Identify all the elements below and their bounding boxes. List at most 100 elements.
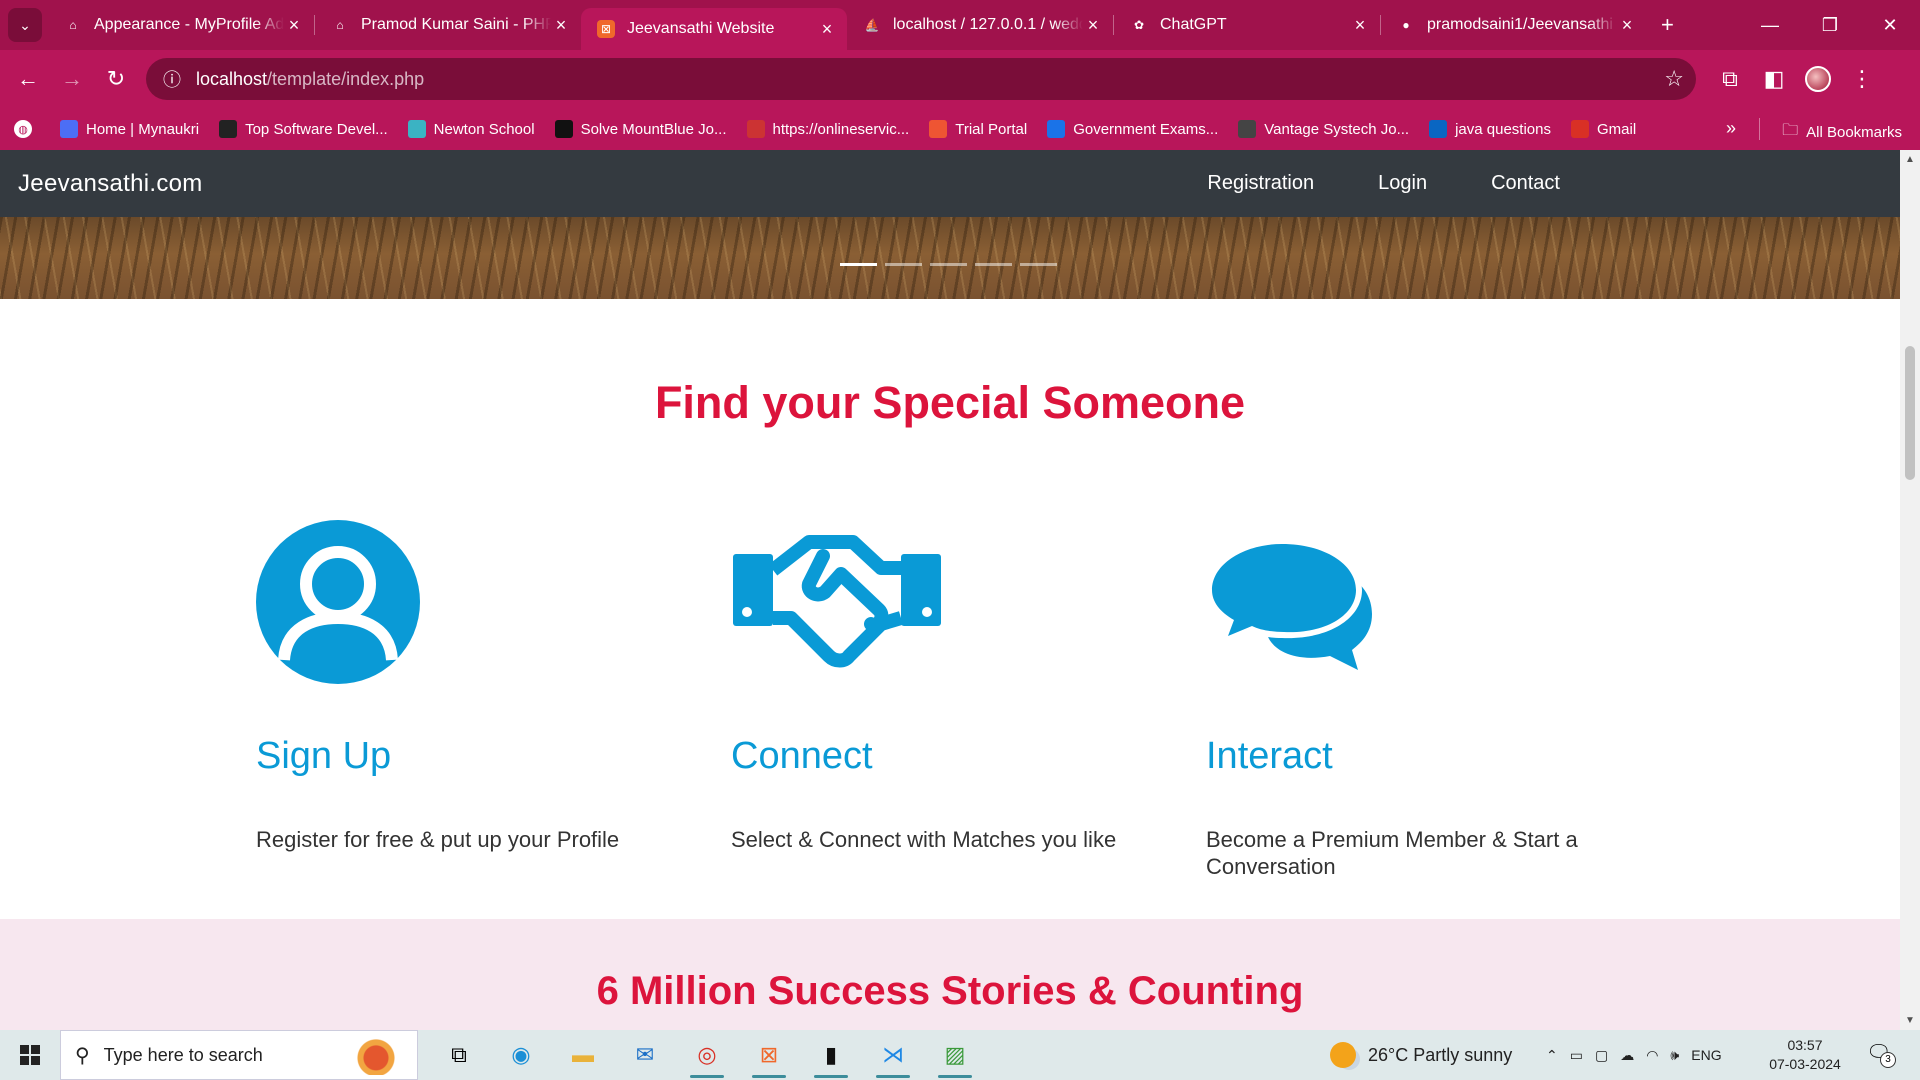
features-section: Find your Special Someone Sign Up Regist… [0, 299, 1900, 919]
meet-icon[interactable]: ▢ [1595, 1047, 1608, 1064]
back-button[interactable]: ← [6, 57, 50, 101]
all-bookmarks-button[interactable]: 🗀 All Bookmarks [1782, 119, 1902, 146]
notification-count: 3 [1880, 1052, 1896, 1068]
bookmark-item[interactable]: Top Software Devel... [219, 120, 388, 138]
menu-kebab-icon[interactable]: ⋮ [1840, 57, 1884, 101]
tab-title: Appearance - MyProfile Ad [94, 16, 284, 33]
partly-sunny-icon [1330, 1042, 1356, 1068]
bookmark-label: Newton School [433, 120, 535, 138]
feature-title: Interact [1206, 735, 1333, 777]
wifi-icon[interactable]: ◠ [1646, 1047, 1658, 1064]
volume-icon[interactable]: 🕪 [1670, 1047, 1679, 1064]
browser-tab[interactable]: ⌂ Appearance - MyProfile Ad × [48, 0, 314, 50]
file-explorer-icon[interactable]: ▬ [552, 1030, 614, 1080]
edge-icon[interactable]: ◉ [490, 1030, 552, 1080]
battery-icon[interactable]: ▭ [1570, 1047, 1583, 1064]
chatgpt-icon: ✿ [1133, 18, 1145, 32]
bookmark-favicon-icon [1047, 120, 1066, 138]
restore-button[interactable]: ❐ [1800, 0, 1860, 50]
tab-title: Pramod Kumar Saini - PHP [361, 16, 551, 33]
scroll-down-icon[interactable]: ▼ [1900, 1015, 1920, 1026]
carousel-indicator[interactable] [1020, 263, 1057, 266]
bookmark-favicon-icon [554, 120, 573, 138]
carousel-indicator[interactable] [840, 263, 877, 266]
bookmark-item[interactable]: Gmail [1570, 120, 1636, 138]
nav-contact-link[interactable]: Contact [1491, 172, 1560, 195]
browser-tab[interactable]: ● pramodsaini1/Jeevansathi × [1381, 0, 1647, 50]
browser-tab[interactable]: ⊠ Jeevansathi Website × [581, 8, 847, 50]
task-view-icon[interactable]: ⧉ [428, 1030, 490, 1080]
bookmark-item[interactable]: Solve MountBlue Jo... [554, 120, 727, 138]
paint-icon[interactable]: ▨ [924, 1030, 986, 1080]
language-indicator[interactable]: ENG [1691, 1047, 1721, 1063]
browser-tab[interactable]: ⛵ localhost / 127.0.0.1 / wedd × [847, 0, 1113, 50]
bookmark-item[interactable]: Trial Portal [929, 120, 1027, 138]
address-bar[interactable]: ⓘ localhost/template/index.php ☆ [146, 58, 1696, 100]
carousel-indicator[interactable] [885, 263, 922, 266]
extensions-icon[interactable]: ⧉ [1708, 57, 1752, 101]
tab-search-button[interactable]: ⌄ [8, 8, 42, 42]
page-scrollbar[interactable]: ▲ ▼ [1900, 150, 1920, 1030]
browser-tab[interactable]: ⌂ Pramod Kumar Saini - PHP × [315, 0, 581, 50]
terminal-icon[interactable]: ▮ [800, 1030, 862, 1080]
close-tab-icon[interactable]: × [1350, 15, 1370, 36]
carousel-indicator[interactable] [975, 263, 1012, 266]
close-tab-icon[interactable]: × [551, 15, 571, 36]
notification-center-icon[interactable]: 🗨 3 [1866, 1040, 1896, 1068]
bookmark-favicon-icon [746, 120, 765, 138]
url-text[interactable]: localhost/template/index.php [196, 69, 1664, 90]
close-window-button[interactable]: ✕ [1860, 0, 1920, 50]
chevron-down-icon: ⌄ [19, 16, 31, 33]
close-tab-icon[interactable]: × [1617, 15, 1637, 36]
xampp-icon: ⊠ [597, 20, 615, 38]
weather-widget[interactable]: 26°C Partly sunny [1330, 1030, 1512, 1080]
bookmark-label: Government Exams... [1073, 120, 1219, 138]
site-brand[interactable]: Jeevansathi.com [18, 170, 203, 198]
new-tab-button[interactable]: + [1647, 12, 1688, 38]
profile-avatar[interactable] [1796, 57, 1840, 101]
taskbar-search[interactable]: ⚲ Type here to search [60, 1030, 418, 1080]
site-info-icon[interactable]: ⓘ [158, 65, 186, 93]
xampp-icon[interactable]: ⊠ [738, 1030, 800, 1080]
site-navbar: Jeevansathi.com Registration Login Conta… [0, 150, 1900, 217]
bookmark-favicon-icon [407, 120, 426, 138]
nav-login-link[interactable]: Login [1378, 172, 1427, 195]
chrome-icon[interactable]: ◎ [676, 1030, 738, 1080]
scrollbar-thumb[interactable] [1905, 346, 1915, 480]
tab-title: ChatGPT [1160, 16, 1227, 33]
scroll-up-icon[interactable]: ▲ [1900, 154, 1920, 165]
nav-registration-link[interactable]: Registration [1207, 172, 1314, 195]
github-icon: ● [1402, 18, 1410, 32]
cloud-icon[interactable]: ☁ [1620, 1047, 1634, 1064]
vscode-icon[interactable]: ⋊ [862, 1030, 924, 1080]
user-icon [256, 520, 420, 684]
taskbar-clock[interactable]: 03:57 07-03-2024 [1764, 1036, 1846, 1074]
bookmark-item[interactable]: Government Exams... [1047, 120, 1218, 138]
reload-button[interactable]: ↻ [94, 57, 138, 101]
start-button[interactable] [0, 1030, 60, 1080]
browser-tab[interactable]: ✿ ChatGPT × [1114, 0, 1380, 50]
bookmark-item[interactable]: Vantage Systech Jo... [1238, 120, 1409, 138]
close-tab-icon[interactable]: × [1083, 15, 1103, 36]
windows-logo-icon [20, 1045, 40, 1065]
bookmark-item[interactable]: Home | Mynaukri [60, 120, 199, 138]
forward-button[interactable]: → [50, 57, 94, 101]
bookmark-favicon-icon [1429, 120, 1448, 138]
bookmark-item[interactable]: java questions [1429, 120, 1551, 138]
more-bookmarks-icon[interactable]: » [1726, 118, 1736, 139]
side-panel-icon[interactable]: ◧ [1752, 57, 1796, 101]
bookmark-star-icon[interactable]: ☆ [1664, 66, 1684, 92]
mail-icon[interactable]: ✉ [614, 1030, 676, 1080]
minimize-button[interactable]: — [1740, 0, 1800, 50]
bookmark-apps-icon[interactable]: ◍ [14, 120, 40, 138]
carousel-indicator[interactable] [930, 263, 967, 266]
feature-title: Connect [731, 735, 873, 777]
handshake-icon [733, 535, 941, 668]
site-nav-links: Registration Login Contact [1143, 150, 1560, 217]
close-tab-icon[interactable]: × [817, 19, 837, 40]
bookmark-item[interactable]: Newton School [407, 120, 535, 138]
bookmark-item[interactable]: https://onlineservic... [746, 120, 909, 138]
tray-chevron-icon[interactable]: ⌃ [1546, 1047, 1558, 1064]
tab-strip: ⌄ ⌂ Appearance - MyProfile Ad × ⌂ Pramod Kum… [0, 0, 1920, 50]
close-tab-icon[interactable]: × [284, 15, 304, 36]
